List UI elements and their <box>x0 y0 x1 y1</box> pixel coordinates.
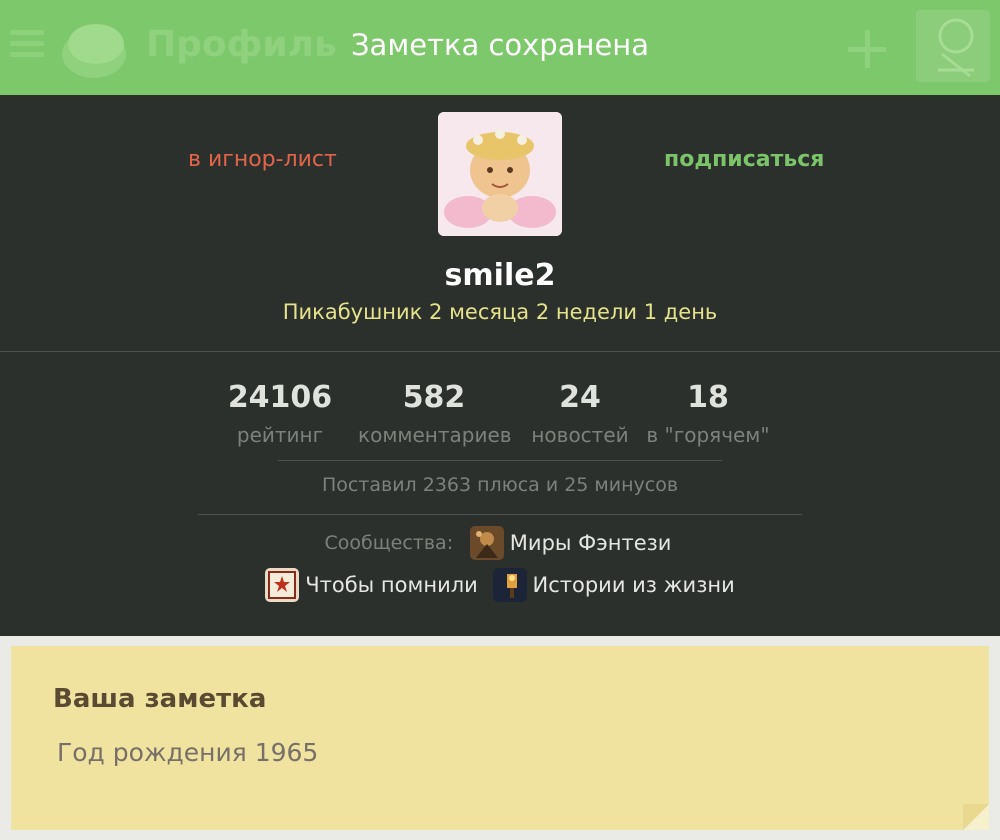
stat-value: 18 <box>687 380 729 415</box>
stat-value: 24 <box>559 380 601 415</box>
username: smile2 <box>444 258 556 293</box>
user-avatar-icon[interactable] <box>916 10 990 82</box>
user-note[interactable]: Ваша заметка Год рождения 1965 <box>11 646 989 830</box>
ignore-list-link[interactable]: в игнор-лист <box>188 147 337 172</box>
account-age: Пикабушник 2 месяца 2 недели 1 день <box>282 300 718 324</box>
note-corner-fold <box>963 804 989 830</box>
divider <box>278 460 722 461</box>
stat-value: 24106 <box>227 380 333 415</box>
community-link-fantasy[interactable]: Миры Фэнтези <box>469 526 671 560</box>
communities-row: Сообщества: Миры Фэнтези <box>0 526 1000 560</box>
stats-section: 24106 рейтинг 582 комментариев 24 новост… <box>0 352 1000 636</box>
stat-label: новостей <box>531 423 629 447</box>
stat-hot[interactable]: 18 в "горячем" <box>646 378 770 450</box>
communities-label: Сообщества: <box>324 532 454 554</box>
communities-row: Чтобы помнили Истории из жизни <box>0 568 1000 602</box>
stat-label: рейтинг <box>236 423 324 447</box>
note-text: Год рождения 1965 <box>57 738 319 767</box>
fantasy-worlds-icon <box>469 526 504 560</box>
note-title: Ваша заметка <box>53 684 267 714</box>
profile-header: в игнор-лист подписаться smile2 Пикабушн… <box>0 95 1000 351</box>
stat-label: комментариев <box>358 423 512 447</box>
stat-value: 582 <box>402 380 466 415</box>
remember-icon <box>265 568 300 602</box>
community-link-life-stories[interactable]: Истории из жизни <box>492 568 735 602</box>
stat-label: в "горячем" <box>646 423 770 447</box>
votes-summary: Поставил 2363 плюса и 25 минусов <box>321 474 679 496</box>
stat-news[interactable]: 24 новостей <box>530 378 630 450</box>
plus-icon[interactable] <box>832 14 900 82</box>
stat-rating: 24106 рейтинг <box>226 378 334 450</box>
top-bar: Профиль Заметка сохранена <box>0 0 1000 95</box>
community-link-remember[interactable]: Чтобы помнили <box>265 568 478 602</box>
profile-avatar <box>438 112 562 236</box>
life-stories-icon <box>492 568 527 602</box>
subscribe-button[interactable]: подписаться <box>664 147 824 172</box>
divider <box>198 514 802 515</box>
stat-comments[interactable]: 582 комментариев <box>358 378 512 450</box>
